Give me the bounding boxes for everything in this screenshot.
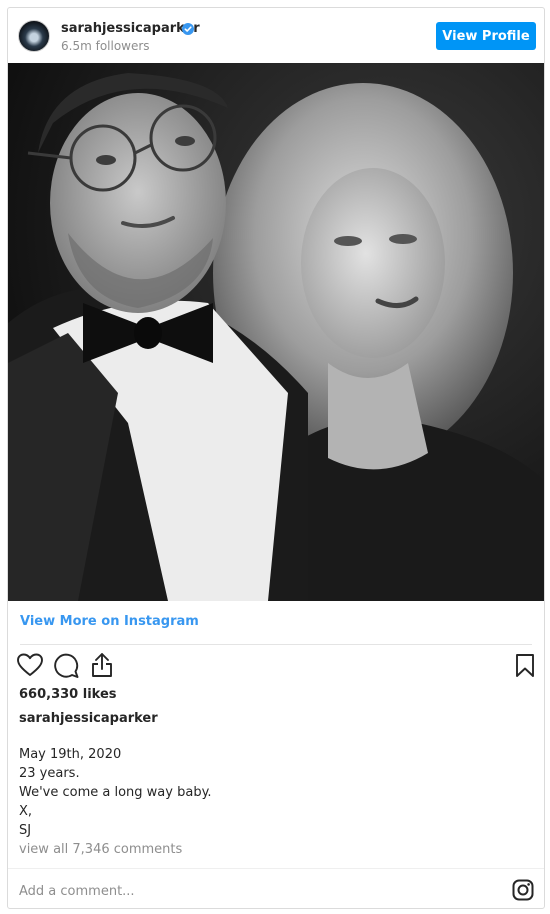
footer-divider — [8, 868, 544, 869]
bookmark-icon[interactable] — [515, 653, 535, 678]
caption-line: May 19th, 2020 — [19, 747, 122, 762]
caption-line: X, — [19, 804, 33, 819]
share-icon[interactable] — [91, 652, 113, 678]
view-profile-button[interactable]: View Profile — [436, 22, 536, 50]
view-comments-link[interactable]: view all 7,346 comments — [19, 842, 182, 857]
divider — [20, 644, 532, 645]
like-count[interactable]: 660,330 likes — [19, 687, 117, 702]
caption-username[interactable]: sarahjessicaparker — [19, 711, 158, 726]
instagram-logo-icon[interactable] — [512, 879, 534, 901]
view-more-link[interactable]: View More on Instagram — [20, 614, 199, 629]
photo-image — [8, 63, 544, 601]
comment-icon[interactable] — [53, 653, 79, 679]
verified-badge-icon — [182, 23, 194, 35]
caption-text: May 19th, 2020 23 years. We've come a lo… — [19, 745, 212, 840]
caption-line: SJ — [19, 823, 32, 838]
post-header: sarahjessicaparker 6.5m followers View P… — [8, 8, 544, 62]
follower-count: 6.5m followers — [61, 39, 150, 53]
post-photo[interactable] — [8, 63, 544, 601]
caption-line: 23 years. — [19, 766, 80, 781]
add-comment-field[interactable]: Add a comment... — [19, 884, 135, 899]
avatar[interactable] — [18, 20, 50, 52]
instagram-embed-card: sarahjessicaparker 6.5m followers View P… — [7, 7, 545, 909]
caption-line: We've come a long way baby. — [19, 785, 212, 800]
heart-icon[interactable] — [17, 653, 43, 677]
username-link[interactable]: sarahjessicaparker — [61, 21, 200, 36]
